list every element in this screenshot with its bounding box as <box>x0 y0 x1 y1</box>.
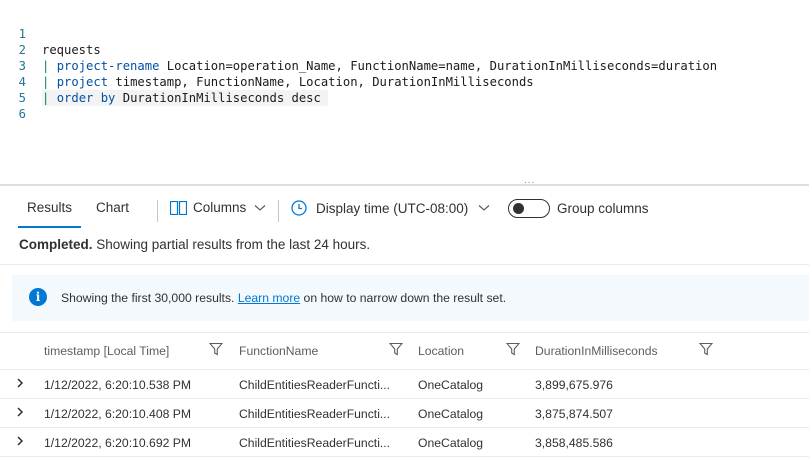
active-tab-indicator <box>18 226 81 228</box>
status-text: Showing partial results from the last 24… <box>92 237 371 252</box>
cell-timestamp: 1/12/2022, 6:20:10.692 PM <box>44 436 192 450</box>
filter-icon[interactable] <box>208 342 224 361</box>
display-time-label: Display time (UTC-08:00) <box>316 200 469 216</box>
chevron-right-icon[interactable] <box>16 406 24 421</box>
clock-icon <box>291 200 307 216</box>
toolbar-divider <box>157 200 158 222</box>
pane-splitter[interactable] <box>0 184 809 186</box>
cell-location: OneCatalog <box>418 436 484 450</box>
filter-icon[interactable] <box>505 342 521 361</box>
filter-icon[interactable] <box>698 342 714 361</box>
cell-location: OneCatalog <box>418 407 484 421</box>
cell-timestamp: 1/12/2022, 6:20:10.408 PM <box>44 407 192 421</box>
cell-location: OneCatalog <box>418 378 484 392</box>
chevron-right-icon[interactable] <box>16 377 24 392</box>
cell-functionname: ChildEntitiesReaderFuncti... <box>239 407 391 421</box>
group-columns-toggle[interactable] <box>508 199 550 218</box>
code-line-6[interactable]: 6 <box>0 90 809 121</box>
cell-duration: 3,858,485.586 <box>535 436 613 450</box>
chevron-down-icon <box>478 204 490 212</box>
status-completed: Completed. <box>19 237 93 252</box>
filter-icon[interactable] <box>388 342 404 361</box>
line-number: 6 <box>18 107 26 121</box>
info-banner: i Showing the first 30,000 results. Lear… <box>12 275 809 321</box>
toggle-knob <box>513 203 524 214</box>
cell-timestamp: 1/12/2022, 6:20:10.538 PM <box>44 378 192 392</box>
table-row[interactable]: 1/12/2022, 6:20:10.692 PM ChildEntitiesR… <box>0 428 809 457</box>
chevron-down-icon <box>254 204 266 212</box>
column-header-location[interactable]: Location <box>418 344 464 358</box>
columns-icon <box>170 200 187 215</box>
columns-button[interactable]: Columns <box>170 200 266 215</box>
results-toolbar: Results Chart Columns Display time (UTC-… <box>0 190 809 230</box>
display-time-button[interactable]: Display time (UTC-08:00) <box>291 200 490 216</box>
toolbar-divider <box>278 200 279 222</box>
cell-duration: 3,875,874.507 <box>535 407 613 421</box>
cell-functionname: ChildEntitiesReaderFuncti... <box>239 436 391 450</box>
query-editor[interactable]: 1 requests 2 | project-rename Location=o… <box>0 0 809 178</box>
learn-more-link[interactable]: Learn more <box>238 291 300 305</box>
query-status: Completed. Showing partial results from … <box>19 237 370 252</box>
columns-label: Columns <box>193 200 247 215</box>
cell-duration: 3,899,675.976 <box>535 378 613 392</box>
table-row[interactable]: 1/12/2022, 6:20:10.408 PM ChildEntitiesR… <box>0 399 809 428</box>
code-line-4[interactable]: 4 | order by DurationInMilliseconds desc <box>0 58 809 106</box>
banner-text-after: on how to narrow down the result set. <box>300 291 507 305</box>
info-icon: i <box>29 288 47 306</box>
column-header-timestamp[interactable]: timestamp [Local Time] <box>44 344 169 358</box>
column-header-duration[interactable]: DurationInMilliseconds <box>535 344 658 358</box>
cell-functionname: ChildEntitiesReaderFuncti... <box>239 378 391 392</box>
column-header-functionname[interactable]: FunctionName <box>239 344 318 358</box>
chevron-right-icon[interactable] <box>16 435 24 450</box>
code-line-2[interactable]: 2 | project-rename Location=operation_Na… <box>0 26 809 73</box>
tab-chart[interactable]: Chart <box>96 200 129 215</box>
banner-message: Showing the first 30,000 results. Learn … <box>61 291 506 305</box>
table-header: timestamp [Local Time] FunctionName Loca… <box>0 332 809 370</box>
code-line-3[interactable]: 3 | project timestamp, FunctionName, Loc… <box>0 42 809 89</box>
table-row[interactable]: 1/12/2022, 6:20:10.538 PM ChildEntitiesR… <box>0 370 809 399</box>
code-line-1[interactable]: 1 requests <box>0 10 809 57</box>
banner-text-before: Showing the first 30,000 results. <box>61 291 238 305</box>
tab-results[interactable]: Results <box>27 200 72 215</box>
code-line-5[interactable]: 5 <box>0 74 809 105</box>
group-columns-label: Group columns <box>557 201 649 216</box>
divider <box>0 264 809 265</box>
